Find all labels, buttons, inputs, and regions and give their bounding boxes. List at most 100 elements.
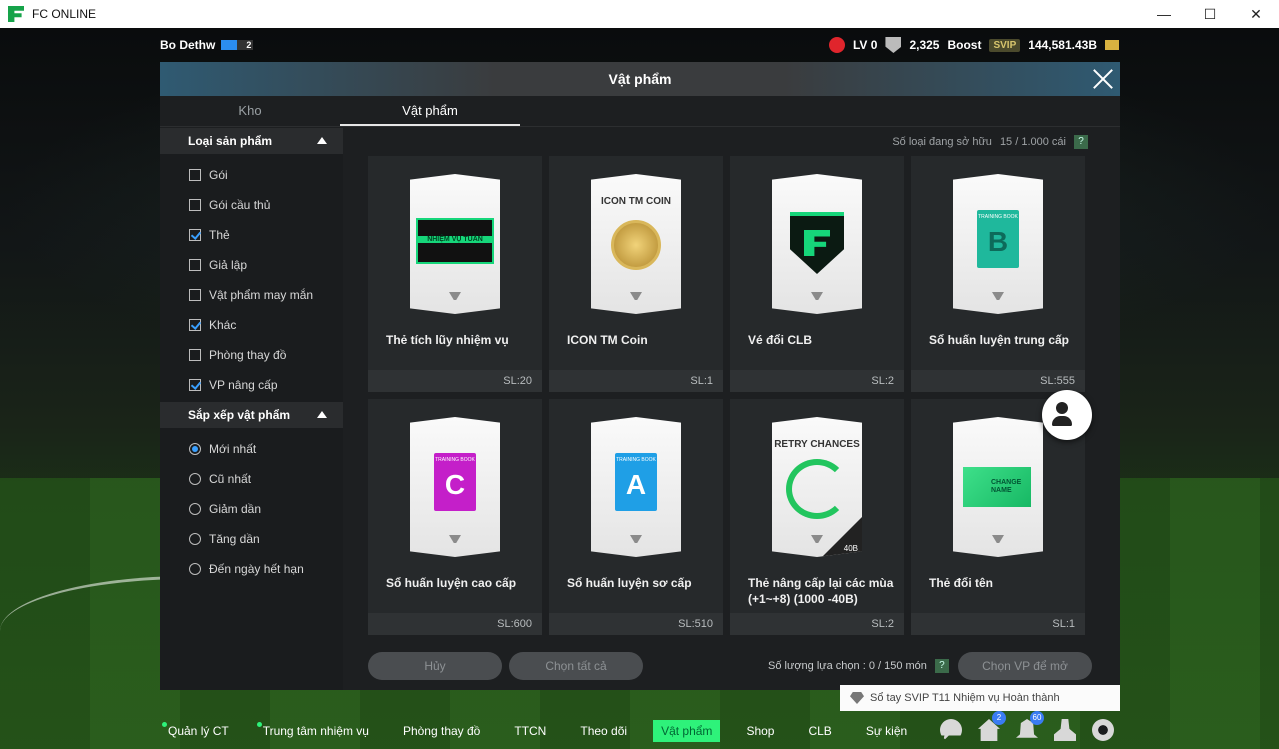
owned-value: 15 / 1.000 cái bbox=[999, 136, 1066, 148]
item-card[interactable]: Vé đổi CLB SL:2 bbox=[730, 156, 904, 392]
checkbox[interactable] bbox=[189, 169, 201, 181]
notification-strip[interactable]: Sổ tay SVIP T11 Nhiệm vụ Hoàn thành bbox=[840, 685, 1120, 711]
nav-item[interactable]: Shop bbox=[738, 720, 782, 742]
nav-item[interactable]: CLB bbox=[800, 720, 839, 742]
chat-icon[interactable] bbox=[940, 719, 962, 741]
checkbox[interactable] bbox=[189, 289, 201, 301]
nav-item[interactable]: Phòng thay đồ bbox=[395, 720, 488, 742]
nav-item[interactable]: Quản lý CT bbox=[160, 720, 237, 742]
selection-count: Số lượng lựa chọn : 0 / 150 món ? bbox=[768, 659, 949, 673]
select-all-button[interactable]: Chọn tất cả bbox=[509, 652, 643, 680]
help-icon[interactable]: ? bbox=[934, 659, 949, 673]
radio-button[interactable] bbox=[189, 473, 201, 485]
radio-button[interactable] bbox=[189, 563, 201, 575]
tab-kho[interactable]: Kho bbox=[160, 96, 340, 126]
filter-option-label: Phòng thay đồ bbox=[209, 348, 287, 362]
filter-option[interactable]: Gói cầu thủ bbox=[160, 190, 343, 220]
filter-option[interactable]: Giả lập bbox=[160, 250, 343, 280]
checkbox[interactable] bbox=[189, 379, 201, 391]
radio-button[interactable] bbox=[189, 533, 201, 545]
collapse-icon[interactable] bbox=[317, 137, 327, 144]
item-quantity: SL:510 bbox=[678, 618, 713, 630]
filter-option[interactable]: VP nâng cấp bbox=[160, 370, 343, 400]
sort-title: Sắp xếp vật phẩm bbox=[188, 408, 291, 422]
filter-option-label: Giả lập bbox=[209, 258, 248, 272]
sort-header[interactable]: Sắp xếp vật phẩm bbox=[160, 402, 343, 428]
svip-badge[interactable]: SVIP bbox=[989, 38, 1021, 52]
item-name: Vé đổi CLB bbox=[748, 333, 813, 347]
nav-item[interactable]: Trung tâm nhiệm vụ bbox=[255, 720, 377, 742]
product-type-title: Loại sản phẩm bbox=[188, 134, 273, 148]
filter-option-label: Thẻ bbox=[209, 228, 230, 242]
close-window-button[interactable]: ✕ bbox=[1233, 0, 1279, 28]
item-art: TRAINING BOOK A bbox=[591, 417, 681, 557]
nav-icon-group: 2 60 bbox=[940, 711, 1114, 741]
product-type-header[interactable]: Loại sản phẩm bbox=[160, 128, 343, 154]
filter-option[interactable]: Khác bbox=[160, 310, 343, 340]
checkbox[interactable] bbox=[189, 259, 201, 271]
corner-tag: 40B bbox=[822, 517, 862, 557]
brand-mark-icon bbox=[449, 292, 461, 300]
profile-icon[interactable] bbox=[1054, 719, 1076, 741]
brand-mark-icon bbox=[630, 535, 642, 543]
club-shield-icon bbox=[790, 212, 844, 274]
item-card[interactable]: RETRY CHANCES 40B Thẻ nâng cấp lại các mùa… bbox=[730, 399, 904, 635]
sort-option[interactable]: Tăng dần bbox=[160, 524, 343, 554]
nav-items: Quản lý CT Trung tâm nhiệm vụ Phòng thay đ… bbox=[160, 719, 933, 742]
nav-item[interactable]: Theo dõi bbox=[572, 720, 635, 742]
checkbox[interactable] bbox=[189, 319, 201, 331]
sort-option[interactable]: Đến ngày hết hạn bbox=[160, 554, 343, 584]
maximize-button[interactable]: ☐ bbox=[1187, 0, 1233, 28]
radio-button[interactable] bbox=[189, 503, 201, 515]
home-icon-wrap[interactable]: 2 bbox=[978, 711, 1006, 741]
item-card[interactable]: TRAINING BOOK C Sổ huấn luyện cao cấp SL:60… bbox=[368, 399, 542, 635]
sort-option[interactable]: Mới nhất bbox=[160, 434, 343, 464]
item-card[interactable]: TRAINING BOOK A Sổ huấn luyện sơ cấp SL:510 bbox=[549, 399, 723, 635]
filter-option[interactable]: Phòng thay đồ bbox=[160, 340, 343, 370]
radio-button[interactable] bbox=[189, 443, 201, 455]
nav-item-label: Sự kiện bbox=[865, 723, 908, 738]
sort-option[interactable]: Cũ nhất bbox=[160, 464, 343, 494]
filter-option[interactable]: Vật phẩm may mắn bbox=[160, 280, 343, 310]
filter-option-label: Gói bbox=[209, 168, 228, 182]
filter-sidebar: Loại sản phẩm Gói Gói cầu thủ Thẻ Giả lập Vậ… bbox=[160, 128, 343, 690]
open-items-button[interactable]: Chọn VP để mở bbox=[958, 652, 1092, 680]
sort-option[interactable]: Giảm dần bbox=[160, 494, 343, 524]
item-card[interactable]: TRAINING BOOK B Sổ huấn luyện trung cấp SL:… bbox=[911, 156, 1085, 392]
tab-vat-pham[interactable]: Vật phẩm bbox=[340, 96, 520, 126]
close-icon[interactable] bbox=[1092, 68, 1114, 90]
item-name: Sổ huấn luyện cao cấp bbox=[386, 576, 517, 590]
item-name: Thẻ nâng cấp lại các mùa (+1~+8) (1000 -… bbox=[748, 576, 894, 606]
nav-item[interactable]: Vật phẩm bbox=[653, 719, 721, 742]
nav-item[interactable]: Sự kiện bbox=[858, 720, 915, 742]
player-info[interactable]: Bo Dethw 2 bbox=[160, 38, 254, 52]
bell-badge: 60 bbox=[1030, 711, 1044, 725]
item-card[interactable]: NHIỆM VỤ TUẦN Thẻ tích lũy nhiệm vụ SL:20 bbox=[368, 156, 542, 392]
gear-icon[interactable] bbox=[1092, 719, 1114, 741]
help-icon[interactable]: ? bbox=[1074, 135, 1088, 149]
checkbox[interactable] bbox=[189, 199, 201, 211]
filter-option-label: Vật phẩm may mắn bbox=[209, 288, 314, 302]
window-title: FC ONLINE bbox=[32, 7, 97, 21]
sort-option-label: Đến ngày hết hạn bbox=[209, 562, 304, 576]
owned-count: Số loại đang sở hữu 15 / 1.000 cái ? bbox=[892, 135, 1088, 149]
nav-item[interactable]: TTCN bbox=[506, 720, 554, 742]
nav-item-label: Theo dõi bbox=[580, 723, 628, 738]
contact-support-icon[interactable] bbox=[1042, 390, 1092, 440]
home-badge: 2 bbox=[992, 711, 1006, 725]
boost-label[interactable]: Boost bbox=[947, 38, 981, 52]
minimize-button[interactable]: — bbox=[1141, 0, 1187, 28]
modal-title: Vật phẩm bbox=[608, 71, 672, 87]
filter-option-label: Gói cầu thủ bbox=[209, 198, 271, 212]
collapse-icon[interactable] bbox=[317, 411, 327, 418]
bell-icon-wrap[interactable]: 60 bbox=[1016, 711, 1044, 741]
filter-option[interactable]: Thẻ bbox=[160, 220, 343, 250]
cancel-button[interactable]: Hủy bbox=[368, 652, 502, 680]
notification-dot bbox=[162, 721, 167, 727]
top-hud: Bo Dethw 2 LV 0 2,325 Boost SVIP 144,581… bbox=[0, 28, 1279, 62]
filter-option[interactable]: Gói bbox=[160, 160, 343, 190]
item-card[interactable]: ICON TM COIN ICON TM Coin SL:1 bbox=[549, 156, 723, 392]
filter-option-label: VP nâng cấp bbox=[209, 378, 278, 392]
checkbox[interactable] bbox=[189, 349, 201, 361]
checkbox[interactable] bbox=[189, 229, 201, 241]
